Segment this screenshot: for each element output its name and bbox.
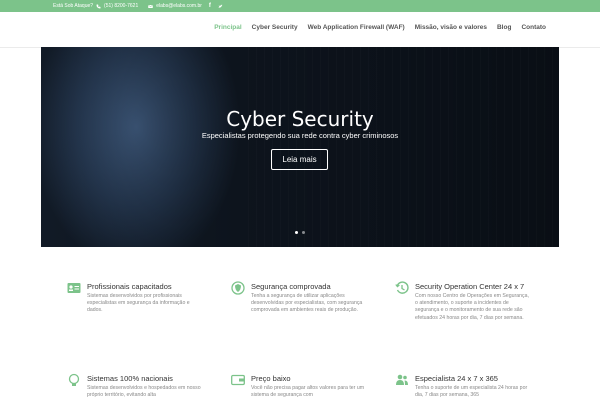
nav-item-cyber-security[interactable]: Cyber Security <box>252 24 298 31</box>
nav-item-contato[interactable]: Contato <box>521 24 546 31</box>
hero-subtitle: Especialistas protegendo sua rede contra… <box>201 131 399 140</box>
hero-title: Cyber Security <box>226 107 374 131</box>
hero-texture <box>248 47 559 247</box>
users-icon <box>396 374 408 385</box>
feature-title: Segurança comprovada <box>251 282 331 291</box>
envelope-icon <box>148 4 154 8</box>
main-navigation: Principal Cyber Security Web Application… <box>214 24 546 31</box>
slider-dot-2[interactable] <box>302 231 305 234</box>
top-bar: Está Sob Ataque? (51) 8200-7621 elabs@el… <box>0 0 600 12</box>
attack-text[interactable]: Está Sob Ataque? <box>53 3 93 9</box>
feature-title: Profissionais capacitados <box>87 282 172 291</box>
feature-title: Sistemas 100% nacionais <box>87 374 173 383</box>
wallet-icon <box>231 374 245 386</box>
facebook-icon[interactable]: f <box>209 3 211 9</box>
lightbulb-icon <box>68 373 80 386</box>
feature-text: Tenha a segurança de utilizar aplicações… <box>251 293 363 314</box>
site-header: Principal Cyber Security Web Application… <box>0 12 600 47</box>
feature-text: Tenha o suporte de um especialista 24 ho… <box>415 385 528 399</box>
nav-item-principal[interactable]: Principal <box>214 24 241 31</box>
slider-dot-1[interactable] <box>295 231 298 234</box>
phone-number[interactable]: (51) 8200-7621 <box>104 3 138 9</box>
slider-dots <box>295 231 305 234</box>
shield-icon <box>231 281 245 295</box>
feature-text: Sistemas desenvolvidos e hospedados em n… <box>87 385 201 399</box>
feature-text: Com nosso Centro de Operações em Seguran… <box>415 293 529 321</box>
feature-title: Preço baixo <box>251 374 291 383</box>
feature-text: Sistemas desenvolvidos por profissionais… <box>87 293 190 314</box>
nav-item-blog[interactable]: Blog <box>497 24 511 31</box>
nav-item-waf[interactable]: Web Application Firewall (WAF) <box>308 24 405 31</box>
nav-item-missao[interactable]: Missão, visão e valores <box>415 24 487 31</box>
feature-title: Security Operation Center 24 x 7 <box>415 282 525 291</box>
history-clock-icon <box>395 281 409 294</box>
phone-icon <box>96 4 101 8</box>
hero-slider: Cyber Security Especialistas protegendo … <box>41 47 559 247</box>
read-more-button[interactable]: Leia mais <box>271 149 328 170</box>
feature-text: Você não precisa pagar altos valores par… <box>251 385 365 399</box>
feature-title: Especialista 24 x 7 x 365 <box>415 374 498 383</box>
email-link[interactable]: elabs@elabs.com.br <box>156 3 202 9</box>
twitter-icon[interactable] <box>218 4 223 9</box>
id-card-icon <box>67 283 81 293</box>
